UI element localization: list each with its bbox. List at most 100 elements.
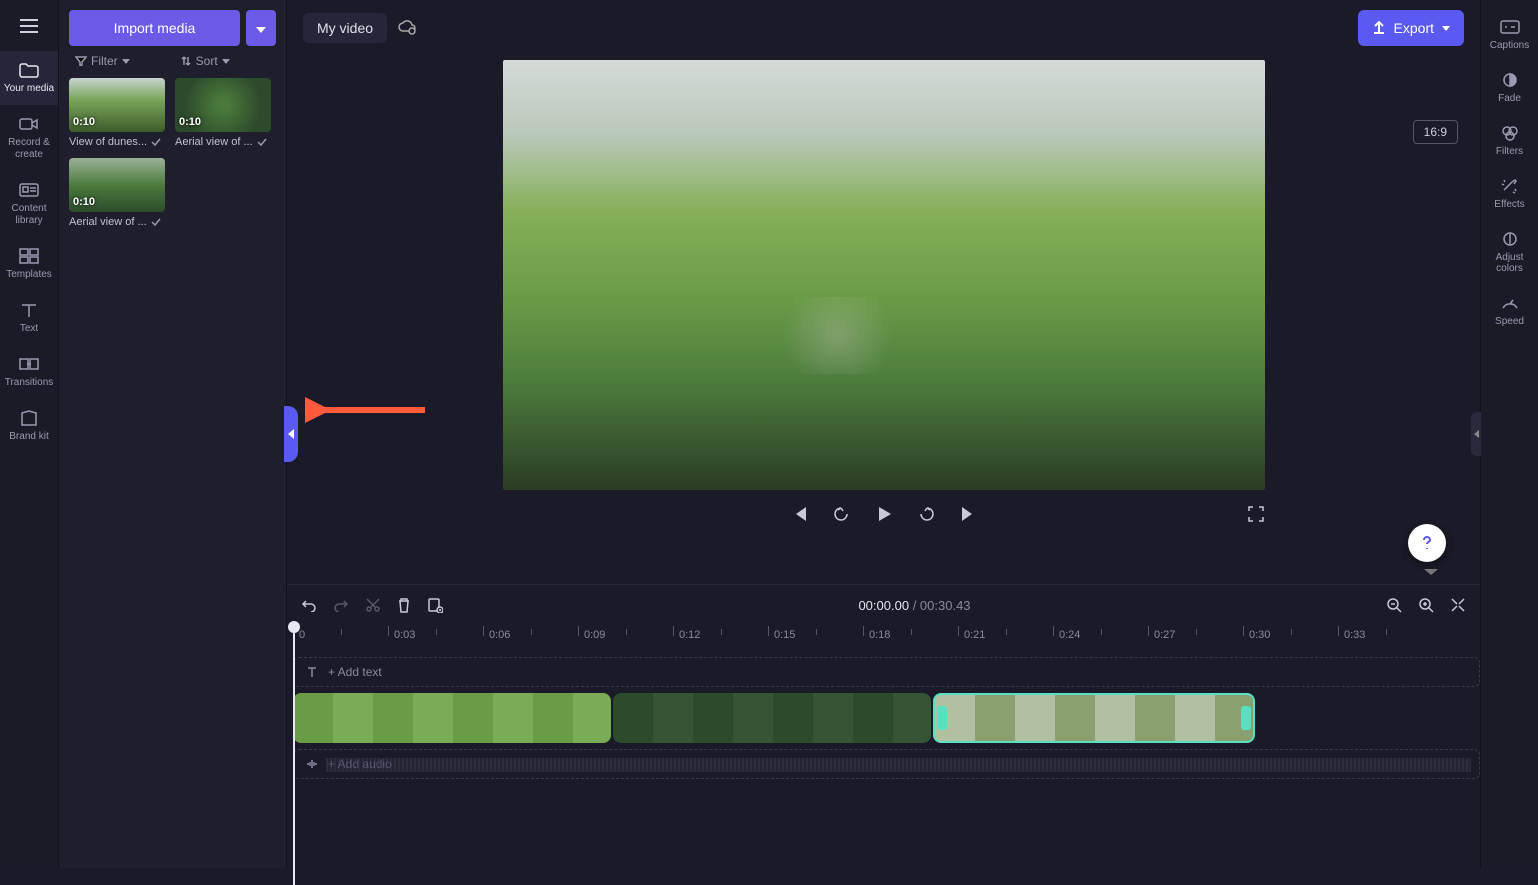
help-button[interactable] [1408,524,1446,562]
right-nav-rail: Captions Fade Filters Effects Adjust col… [1480,0,1538,868]
timeline-toolbar: 00:00.00 / 00:30.43 [287,585,1480,625]
rewind-button[interactable] [832,505,850,523]
skip-start-button[interactable] [790,505,808,523]
nav-templates[interactable]: Templates [0,237,58,291]
timecode: 00:00.00 / 00:30.43 [459,598,1370,613]
add-text-hint: + Add text [328,665,382,679]
sort-button[interactable]: Sort [180,54,230,68]
cloud-sync-icon[interactable] [397,19,417,38]
clip-duration: 0:10 [179,116,201,128]
rnav-effects[interactable]: Effects [1481,167,1538,220]
rnav-label: Speed [1495,316,1524,327]
rnav-label: Fade [1498,93,1521,104]
rnav-label: Filters [1496,146,1523,157]
nav-label: Record & create [8,137,50,160]
export-button[interactable]: Export [1358,10,1464,46]
clip-caption: View of dunes... [69,136,147,148]
playhead[interactable] [293,625,295,885]
zoom-in-button[interactable] [1418,597,1434,613]
center-area: My video Export 16:9 [287,0,1480,868]
ruler-mark: 0:24 [1059,629,1080,641]
text-icon [306,666,318,678]
filter-icon [75,56,87,66]
export-label: Export [1394,20,1434,36]
clip-caption: Aerial view of ... [175,136,253,148]
ruler-mark: 0:30 [1249,629,1270,641]
hamburger-menu[interactable] [19,10,39,51]
filter-button[interactable]: Filter [75,54,130,68]
transport-controls [503,490,1265,530]
import-media-dropdown[interactable] [246,10,276,46]
play-button[interactable] [874,504,894,524]
fullscreen-button[interactable] [1247,505,1265,523]
delete-button[interactable] [397,597,411,613]
ruler-mark: 0:12 [679,629,700,641]
rnav-fade[interactable]: Fade [1481,61,1538,114]
nav-record-create[interactable]: Record & create [0,105,58,171]
text-track[interactable]: + Add text [293,657,1480,687]
redo-button[interactable] [333,598,349,612]
media-thumbnail: 0:10 [69,78,165,132]
time-ruler[interactable]: 00:030:060:090:120:150:180:210:240:270:3… [293,625,1480,651]
collapse-media-panel[interactable] [284,406,298,462]
top-bar: My video Export [287,0,1480,56]
media-thumbnail: 0:10 [69,158,165,212]
media-clip[interactable]: 0:10 View of dunes... [69,78,165,148]
sort-icon [180,56,192,66]
clip-caption: Aerial view of ... [69,216,147,228]
rnav-label: Adjust colors [1496,252,1524,274]
ruler-mark: 0:09 [584,629,605,641]
undo-button[interactable] [301,598,317,612]
rnav-captions[interactable]: Captions [1481,8,1538,61]
media-thumbnail: 0:10 [175,78,271,132]
import-media-button[interactable]: Import media [69,10,240,46]
media-clip[interactable]: 0:10 Aerial view of ... [175,78,271,148]
nav-brand-kit[interactable]: Brand kit [0,399,58,453]
nav-content-library[interactable]: Content library [0,171,58,237]
nav-label: Templates [6,269,52,280]
clip-duration: 0:10 [73,196,95,208]
aspect-ratio-label: 16:9 [1424,125,1447,139]
nav-your-media[interactable]: Your media [0,51,58,105]
ruler-mark: 0:21 [964,629,985,641]
check-icon [151,138,161,146]
audio-waveform [326,758,1471,772]
media-clip[interactable]: 0:10 Aerial view of ... [69,158,165,228]
current-time: 00:00.00 [858,598,909,613]
cut-button[interactable] [365,597,381,613]
rnav-label: Captions [1490,40,1529,51]
project-title-text: My video [317,20,373,36]
video-clip-selected[interactable] [933,693,1255,743]
video-track [293,693,1480,743]
tracks-area: + Add text + Add audio [293,651,1480,785]
rnav-adjust-colors[interactable]: Adjust colors [1481,220,1538,284]
video-clip[interactable] [293,693,611,743]
ruler-mark: 0 [299,629,305,641]
video-clip[interactable] [613,693,931,743]
rnav-speed[interactable]: Speed [1481,284,1538,337]
rnav-filters[interactable]: Filters [1481,114,1538,167]
collapse-right-rail[interactable] [1471,412,1481,456]
check-icon [151,218,161,226]
video-preview[interactable] [503,60,1265,490]
nav-text[interactable]: Text [0,291,58,345]
upload-icon [1372,21,1386,35]
zoom-out-button[interactable] [1386,597,1402,613]
audio-track[interactable]: + Add audio [293,749,1480,779]
ruler-mark: 0:03 [394,629,415,641]
skip-end-button[interactable] [960,505,978,523]
project-title[interactable]: My video [303,13,387,43]
help-collapse[interactable] [1424,565,1438,580]
sort-label: Sort [196,54,218,68]
split-button[interactable] [427,597,443,613]
nav-label: Your media [4,83,54,94]
aspect-ratio-button[interactable]: 16:9 [1413,120,1458,144]
nav-label: Content library [11,203,46,226]
forward-button[interactable] [918,505,936,523]
fit-timeline-button[interactable] [1450,597,1466,613]
nav-label: Brand kit [9,431,48,442]
nav-transitions[interactable]: Transitions [0,345,58,399]
filter-label: Filter [91,54,118,68]
chevron-down-icon [222,59,230,64]
rnav-label: Effects [1494,199,1524,210]
